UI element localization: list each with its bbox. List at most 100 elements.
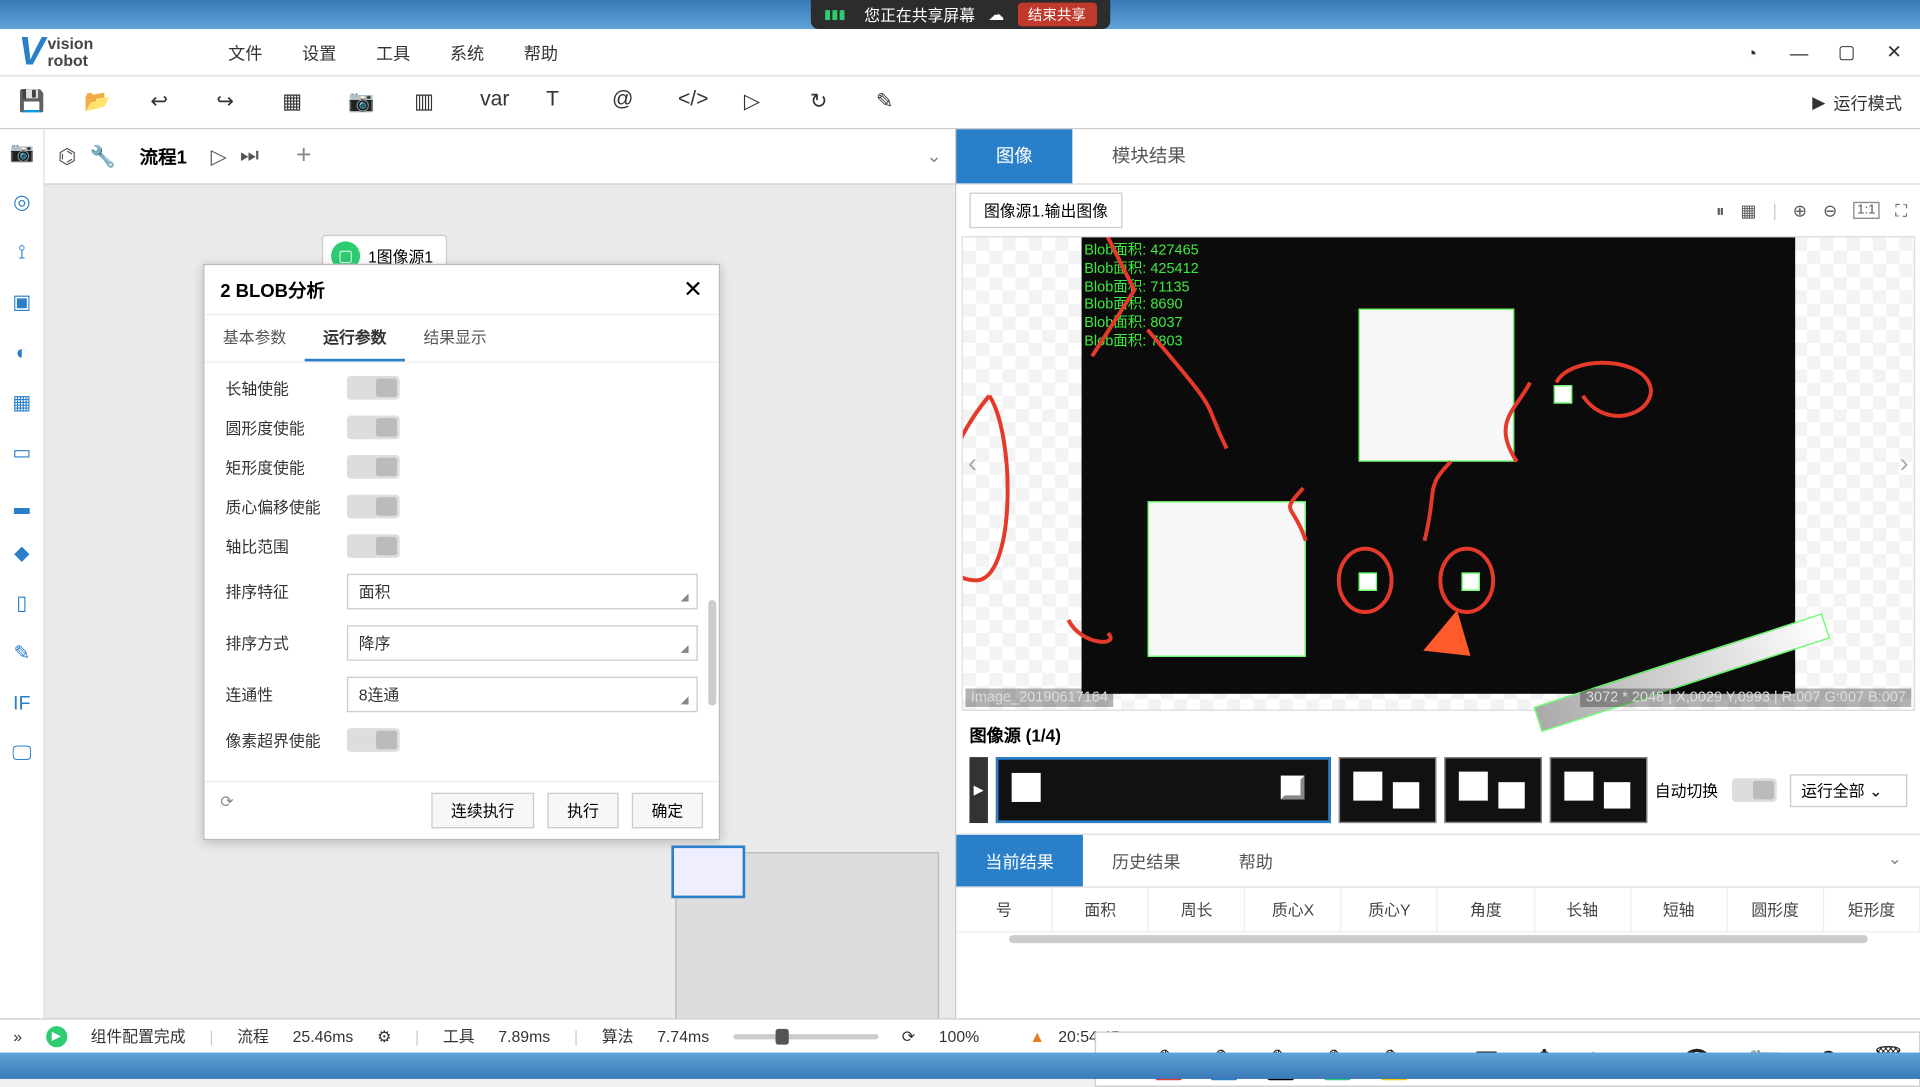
image-view[interactable]: ‹ › Blob面积: 427465 Blob面积: 425412 Blob面积… — [962, 236, 1916, 711]
code-icon[interactable]: </> — [678, 88, 707, 117]
minimize-button[interactable]: — — [1789, 42, 1810, 63]
logo-v-glyph: V — [18, 32, 44, 72]
auto-switch-toggle[interactable] — [1731, 778, 1776, 802]
calendar-icon[interactable]: ▦ — [282, 88, 311, 117]
thumb-title: 图像源 (1/4) — [969, 721, 1060, 746]
dialog-execute-button[interactable]: 执行 — [547, 793, 618, 829]
play-icon[interactable]: ▷ — [744, 88, 773, 117]
pause-icon[interactable]: ⏸ — [1716, 200, 1725, 221]
flow-tabs-dropdown-icon[interactable]: ⌄ — [926, 145, 941, 167]
param-rectangularity-toggle[interactable] — [347, 455, 400, 479]
result-tab-help[interactable]: 帮助 — [1210, 835, 1302, 886]
dialog-scrollbar[interactable] — [708, 600, 716, 706]
zoom-out-icon[interactable]: ⊖ — [1823, 200, 1837, 221]
param-circularity-toggle[interactable] — [347, 415, 400, 439]
global-icon[interactable]: @ — [612, 88, 641, 117]
flow-add-tab[interactable]: + — [296, 141, 311, 171]
minimap-selection[interactable] — [671, 845, 745, 898]
tool-chart-icon[interactable]: ▂ — [10, 491, 34, 515]
dialog-continuous-button[interactable]: 连续执行 — [431, 793, 534, 829]
run-mode-icon[interactable]: ▶ — [1812, 92, 1825, 113]
param-pixel-overflow-toggle[interactable] — [347, 728, 400, 752]
tool-gauge-icon[interactable]: ◐ — [10, 340, 34, 364]
menu-file[interactable]: 文件 — [228, 40, 262, 65]
menu-settings[interactable]: 设置 — [302, 40, 336, 65]
param-connectivity-select[interactable]: 8连通 — [347, 677, 698, 713]
status-flow-ms: 25.46ms — [293, 1027, 354, 1045]
undo-icon[interactable]: ↩ — [150, 88, 179, 117]
dialog-ok-button[interactable]: 确定 — [632, 793, 703, 829]
grid-icon[interactable]: ▦ — [1740, 200, 1756, 221]
result-expand-icon[interactable]: ⌄ — [1869, 835, 1920, 886]
auto-switch-label: 自动切换 — [1655, 779, 1718, 801]
flow-canvas[interactable]: ▢ 1图像源1 2 BLOB分析 ✕ 基本参数 运行参数 结果显示 长轴使能 圆… — [45, 185, 955, 1079]
variable-icon[interactable]: var — [480, 88, 509, 117]
tool-camera-icon[interactable]: 📷 — [10, 140, 34, 164]
tool-measure-icon[interactable]: ⟟ — [10, 240, 34, 264]
thumb-4[interactable] — [1549, 757, 1647, 823]
zoom-slider[interactable] — [733, 1033, 878, 1038]
menu-help[interactable]: 帮助 — [524, 40, 558, 65]
image-next-icon[interactable]: › — [1900, 450, 1909, 480]
flow-tree-icon[interactable]: ⌬ — [58, 143, 76, 169]
result-table-scrollbar[interactable] — [1009, 935, 1868, 943]
tool-select-icon[interactable]: ▣ — [10, 290, 34, 314]
tool-pixel-icon[interactable]: ▦ — [10, 390, 34, 414]
thumb-1[interactable] — [996, 757, 1330, 823]
tool-if-icon[interactable]: IF — [10, 691, 34, 715]
right-tab-module-result[interactable]: 模块结果 — [1072, 129, 1225, 183]
zoom-reset-icon[interactable]: ⟳ — [902, 1027, 915, 1045]
menu-system[interactable]: 系统 — [450, 40, 484, 65]
dialog-tab-result[interactable]: 结果显示 — [405, 315, 505, 361]
tool-crop-icon[interactable]: ▭ — [10, 441, 34, 465]
text-icon[interactable]: T — [546, 88, 575, 117]
left-tool-strip: 📷 ◎ ⟟ ▣ ◐ ▦ ▭ ▂ ◆ ▯ ✎ IF 🖵 — [0, 129, 45, 1079]
maximize-button[interactable]: ▢ — [1836, 41, 1857, 63]
dialog-close-icon[interactable]: ✕ — [683, 276, 703, 304]
result-tab-history[interactable]: 历史结果 — [1083, 835, 1210, 886]
param-sort-feature-select[interactable]: 面积 — [347, 574, 698, 610]
menu-tools[interactable]: 工具 — [376, 40, 410, 65]
flow-step-icon[interactable]: ⏭ — [240, 144, 259, 168]
run-scope-select[interactable]: 运行全部 ⌄ — [1789, 774, 1907, 807]
flow-wrench-icon[interactable]: 🔧 — [90, 143, 116, 169]
result-tab-current[interactable]: 当前结果 — [956, 835, 1083, 886]
camera-icon[interactable]: 📷 — [348, 88, 377, 117]
dialog-tab-basic[interactable]: 基本参数 — [204, 315, 304, 361]
param-sort-order-select[interactable]: 降序 — [347, 625, 698, 661]
image-prev-icon[interactable]: ‹ — [968, 450, 977, 480]
param-axis-ratio-toggle[interactable] — [347, 534, 400, 558]
save-icon[interactable]: 💾 — [18, 88, 47, 117]
dialog-tab-run[interactable]: 运行参数 — [305, 315, 405, 361]
tool-wand-icon[interactable]: ✎ — [10, 641, 34, 665]
warning-icon[interactable]: ▲ — [1029, 1027, 1045, 1045]
dialog-refresh-icon[interactable]: ⟳ — [220, 793, 241, 814]
stop-share-button[interactable]: 结束共享 — [1017, 3, 1096, 27]
thumb-play-icon[interactable]: ▶ — [969, 757, 987, 823]
flow-tab-1[interactable]: 流程1 — [140, 143, 187, 169]
tool-monitor-icon[interactable]: 🖵 — [10, 741, 34, 765]
thumb-3[interactable] — [1444, 757, 1542, 823]
edit-doc-icon[interactable]: ✎ — [876, 88, 905, 117]
flow-run-icon[interactable]: ▷ — [211, 143, 227, 169]
run-mode-label[interactable]: 运行模式 — [1833, 90, 1902, 115]
image-source-chip[interactable]: 图像源1.输出图像 — [969, 193, 1122, 229]
param-centroid-offset-toggle[interactable] — [347, 495, 400, 519]
notify-icon[interactable]: ◔ — [1741, 42, 1762, 63]
loop-icon[interactable]: ↻ — [810, 88, 839, 117]
close-button[interactable]: ✕ — [1884, 41, 1905, 63]
tool-device-icon[interactable]: ▯ — [10, 591, 34, 615]
zoom-11-icon[interactable]: 1:1 — [1853, 202, 1879, 219]
thumb-2[interactable] — [1338, 757, 1436, 823]
status-play-icon[interactable]: ▶ — [46, 1026, 67, 1047]
open-icon[interactable]: 📂 — [84, 88, 113, 117]
zoom-in-icon[interactable]: ⊕ — [1793, 200, 1807, 221]
right-tab-image[interactable]: 图像 — [956, 129, 1072, 183]
redo-icon[interactable]: ↪ — [216, 88, 245, 117]
status-expand-icon[interactable]: » — [13, 1027, 22, 1045]
barcode-icon[interactable]: ▥ — [414, 88, 443, 117]
fit-icon[interactable]: ⛶ — [1895, 200, 1907, 221]
param-major-axis-toggle[interactable] — [347, 376, 400, 400]
tool-target-icon[interactable]: ◎ — [10, 190, 34, 214]
tool-fill-icon[interactable]: ◆ — [10, 541, 34, 565]
